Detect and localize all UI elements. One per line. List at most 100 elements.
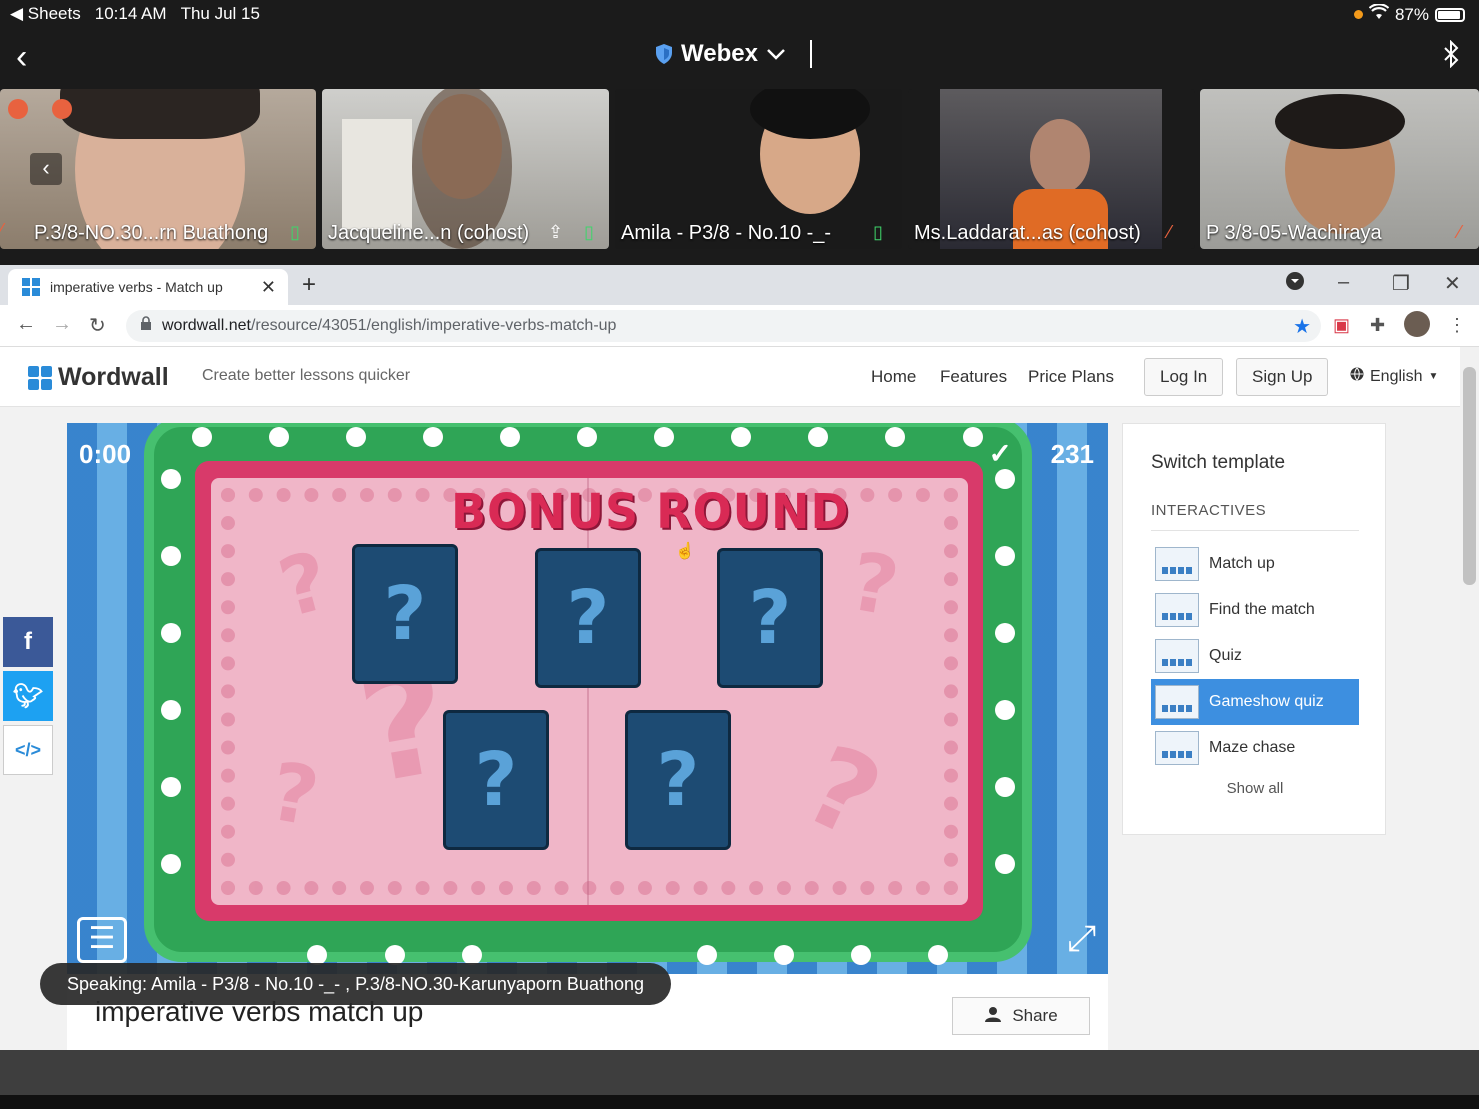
battery-percent: 87%	[1394, 4, 1429, 24]
wordwall-favicon-icon	[22, 278, 40, 296]
light-bulb	[161, 546, 181, 566]
share-label: Share	[1012, 1006, 1058, 1025]
pocket-extension-icon[interactable]: ▣	[1333, 315, 1350, 336]
mic-icon: ▯	[290, 222, 300, 242]
browser-window: imperative verbs - Match up ✕ + – ❐ ✕ ← …	[0, 265, 1479, 1050]
tagline: Create better lessons quicker	[202, 367, 411, 384]
wordwall-header: Wordwall Create better lessons quicker H…	[0, 347, 1460, 407]
status-time: 10:14 AM	[94, 4, 167, 23]
mystery-card[interactable]: ?	[625, 710, 731, 850]
back-to-app-link[interactable]: ◀ Sheets	[10, 4, 81, 24]
more-menu-icon[interactable]: ⋮	[1448, 315, 1466, 336]
interactives-heading: INTERACTIVES	[1151, 502, 1267, 519]
hand-cursor-icon: ☝	[675, 543, 695, 560]
template-quiz[interactable]: Quiz	[1151, 633, 1359, 679]
url-bar[interactable]: wordwall.net/resource/43051/english/impe…	[126, 310, 1321, 342]
share-screen-icon: ⇪	[548, 222, 564, 242]
minimize-icon[interactable]: –	[1338, 271, 1349, 294]
find-the-match-icon	[1155, 593, 1199, 627]
game-board: ? ? ? ? ? BONUS ROUND	[211, 478, 968, 905]
template-maze-chase[interactable]: Maze chase	[1151, 725, 1359, 771]
fullscreen-icon[interactable]: ⤢	[1067, 917, 1096, 960]
facebook-icon: f	[24, 628, 32, 655]
user-icon	[984, 1006, 1002, 1027]
quiz-icon	[1155, 639, 1199, 673]
game-score: 231	[1050, 439, 1094, 469]
light-bulb	[697, 945, 717, 965]
close-window-icon[interactable]: ✕	[1444, 271, 1461, 296]
game-menu-button[interactable]: ☰	[77, 917, 127, 963]
gameshow-quiz-icon	[1155, 685, 1199, 719]
light-bulb	[161, 469, 181, 489]
light-bulb	[654, 427, 674, 447]
close-tab-icon[interactable]: ✕	[261, 277, 276, 298]
light-bulb	[307, 945, 327, 965]
signup-button[interactable]: Sign Up	[1236, 358, 1329, 396]
light-bulb	[346, 427, 366, 447]
light-bulb	[928, 945, 948, 965]
twitter-share-button[interactable]: 🐦︎	[3, 671, 53, 721]
login-button[interactable]: Log In	[1144, 358, 1224, 396]
browser-tab[interactable]: imperative verbs - Match up ✕	[8, 269, 288, 305]
game-canvas[interactable]: ? ? ? ? ? BONUS ROUND ? ? ? ? ? ☝ 0:00 ✓…	[67, 423, 1108, 974]
template-match-up[interactable]: Match up	[1151, 541, 1359, 587]
back-arrow-icon[interactable]: ←	[16, 313, 36, 336]
nav-features[interactable]: Features	[940, 367, 1007, 387]
profile-avatar[interactable]	[1404, 311, 1430, 337]
board-divider	[587, 478, 589, 905]
wordwall-logo-icon	[28, 365, 52, 390]
light-bulb	[731, 427, 751, 447]
extensions-puzzle-icon[interactable]: ✚	[1370, 315, 1385, 336]
page-scrollbar[interactable]	[1460, 347, 1479, 1050]
light-bulb	[462, 945, 482, 965]
wordwall-logo[interactable]: Wordwall	[28, 363, 169, 392]
back-chevron-icon[interactable]: ‹	[16, 38, 27, 77]
face-shape	[1030, 119, 1090, 194]
participant-tile[interactable]: Jacqueline...n (cohost) ⇪ ▯	[322, 89, 609, 249]
reload-icon[interactable]: ↻	[89, 313, 106, 338]
forward-arrow-icon[interactable]: →	[52, 313, 72, 336]
battery-icon	[1435, 7, 1465, 22]
twitter-icon: 🐦︎	[12, 682, 44, 710]
participant-tile[interactable]: P 3/8-05-Wachiraya ⁄	[1200, 89, 1479, 249]
light-bulb	[963, 427, 983, 447]
mystery-card[interactable]: ?	[443, 710, 549, 850]
profile-menu-icon[interactable]	[1285, 271, 1305, 297]
participants-strip: P.3/8-NO.30...rn Buathong ▯ ⁄ ‹ Jacqueli…	[0, 89, 1479, 249]
tab-bar: imperative verbs - Match up ✕ + – ❐ ✕	[0, 265, 1479, 305]
mic-icon: ▯	[584, 222, 594, 242]
nav-home[interactable]: Home	[871, 367, 916, 387]
template-find-the-match[interactable]: Find the match	[1151, 587, 1359, 633]
share-button[interactable]: Share	[952, 997, 1090, 1035]
mystery-card[interactable]: ?	[535, 548, 641, 688]
light-bulb	[995, 623, 1015, 643]
mic-icon: ▯	[873, 222, 883, 242]
nav-price-plans[interactable]: Price Plans	[1028, 367, 1114, 387]
mystery-card[interactable]: ?	[352, 544, 458, 684]
tab-title: imperative verbs - Match up	[50, 279, 223, 295]
light-bulb	[885, 427, 905, 447]
bookmark-star-icon[interactable]: ★	[1293, 314, 1311, 339]
show-all-link[interactable]: Show all	[1151, 780, 1359, 797]
mystery-card[interactable]: ?	[717, 548, 823, 688]
template-label: Quiz	[1209, 647, 1242, 664]
code-icon: </>	[14, 739, 42, 760]
language-selector[interactable]: English ▼	[1350, 367, 1438, 386]
light-bulb	[269, 427, 289, 447]
scrollbar-thumb[interactable]	[1463, 367, 1476, 585]
lock-icon	[140, 316, 152, 336]
restore-icon[interactable]: ❐	[1392, 271, 1410, 296]
template-gameshow-quiz[interactable]: Gameshow quiz	[1151, 679, 1359, 725]
webex-title-menu[interactable]: Webex	[655, 40, 812, 68]
match-up-icon	[1155, 547, 1199, 581]
facebook-share-button[interactable]: f	[3, 617, 53, 667]
light-bulb	[385, 945, 405, 965]
participant-tile[interactable]: Ms.Laddarat...as (cohost) ⁄	[908, 89, 1195, 249]
strip-prev-button[interactable]: ‹	[30, 153, 62, 185]
light-bulb	[192, 427, 212, 447]
participant-tile[interactable]: Amila - P3/8 - No.10 -_- ▯	[615, 89, 902, 249]
embed-button[interactable]: </>	[3, 725, 53, 775]
light-bulb	[995, 700, 1015, 720]
new-tab-button[interactable]: +	[302, 271, 316, 299]
light-bulb	[161, 700, 181, 720]
